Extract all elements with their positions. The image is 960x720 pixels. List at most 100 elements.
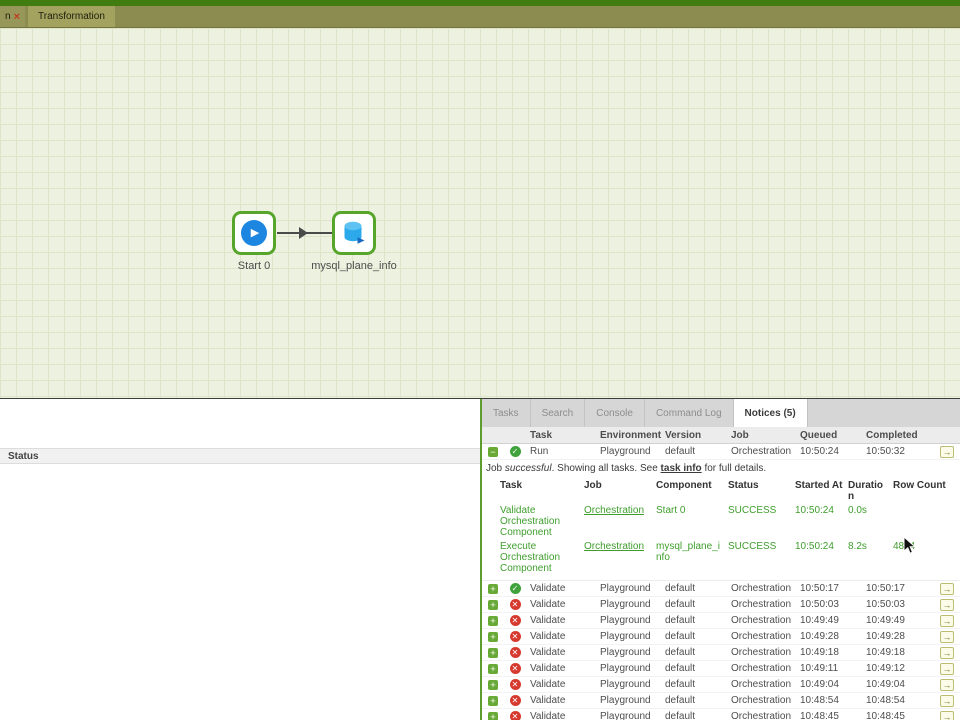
- task-cell: Validate: [526, 695, 596, 706]
- arrow-cell: →: [934, 711, 960, 720]
- task-row[interactable]: −✓RunPlaygrounddefaultOrchestration10:50…: [482, 444, 960, 460]
- error-icon: ✕: [510, 695, 521, 706]
- expand-icon[interactable]: +: [488, 584, 498, 594]
- task-row[interactable]: +✕ValidatePlaygrounddefaultOrchestration…: [482, 629, 960, 645]
- subtask-row: Execute Orchestration ComponentOrchestra…: [482, 540, 960, 576]
- environment-cell: Playground: [596, 647, 661, 658]
- jump-arrow-icon[interactable]: →: [940, 599, 954, 611]
- task-row[interactable]: +✕ValidatePlaygrounddefaultOrchestration…: [482, 597, 960, 613]
- column-header-completed: Completed: [862, 430, 934, 441]
- success-icon: ✓: [510, 583, 521, 594]
- node-start-0[interactable]: ▶ Start 0: [232, 211, 276, 255]
- close-tab-icon[interactable]: ×: [14, 11, 20, 23]
- job-cell: Orchestration: [727, 446, 796, 457]
- subtask-row-count: 4884: [893, 541, 953, 552]
- editor-tabbar: n × Transformation: [0, 6, 960, 28]
- expand-icon[interactable]: +: [488, 712, 498, 720]
- subtask-job-link[interactable]: Orchestration: [584, 505, 656, 516]
- task-cell: Validate: [526, 615, 596, 626]
- expand-cell: −: [482, 447, 504, 457]
- task-cell: Validate: [526, 679, 596, 690]
- task-row[interactable]: +✕ValidatePlaygrounddefaultOrchestration…: [482, 645, 960, 661]
- expand-icon[interactable]: +: [488, 664, 498, 674]
- subcolumn-header-component: Component: [656, 480, 728, 491]
- task-panel-tab-tasks[interactable]: Tasks: [482, 399, 531, 427]
- task-row[interactable]: +✕ValidatePlaygrounddefaultOrchestration…: [482, 677, 960, 693]
- status-cell: ✓: [504, 583, 526, 594]
- task-row[interactable]: +✕ValidatePlaygrounddefaultOrchestration…: [482, 693, 960, 709]
- completed-cell: 10:49:04: [862, 679, 934, 690]
- message-prefix: Job: [486, 463, 505, 474]
- status-cell: ✕: [504, 599, 526, 610]
- jump-arrow-icon[interactable]: →: [940, 679, 954, 691]
- task-detail-panel: Job successful. Showing all tasks. See t…: [482, 460, 960, 581]
- status-cell: ✓: [504, 446, 526, 457]
- editor-tab-transformation[interactable]: Transformation: [28, 6, 115, 27]
- jump-arrow-icon[interactable]: →: [940, 615, 954, 627]
- expand-icon[interactable]: +: [488, 600, 498, 610]
- column-header-environment: Environment: [596, 430, 661, 441]
- queued-cell: 10:50:24: [796, 446, 862, 457]
- task-panel-tab-console[interactable]: Console: [585, 399, 645, 427]
- version-cell: default: [661, 631, 727, 642]
- node-mysql-plane-info[interactable]: mysql_plane_info: [332, 211, 376, 255]
- expand-icon[interactable]: +: [488, 696, 498, 706]
- subtask-job-link[interactable]: Orchestration: [584, 541, 656, 552]
- expand-icon[interactable]: +: [488, 632, 498, 642]
- task-panel-tab-notices-5-[interactable]: Notices (5): [734, 399, 808, 427]
- jump-arrow-icon[interactable]: →: [940, 663, 954, 675]
- arrow-cell: →: [934, 446, 960, 458]
- error-icon: ✕: [510, 647, 521, 658]
- status-column-header: Status: [8, 451, 39, 462]
- jump-arrow-icon[interactable]: →: [940, 631, 954, 643]
- completed-cell: 10:48:54: [862, 695, 934, 706]
- message-emphasis: successful: [505, 463, 552, 474]
- status-panel-header: Status: [0, 448, 480, 464]
- success-icon: ✓: [510, 446, 521, 457]
- arrow-cell: →: [934, 647, 960, 659]
- job-cell: Orchestration: [727, 695, 796, 706]
- jump-arrow-icon[interactable]: →: [940, 583, 954, 595]
- completed-cell: 10:50:17: [862, 583, 934, 594]
- editor-tab-partial[interactable]: n ×: [0, 6, 25, 27]
- task-row[interactable]: +✕ValidatePlaygrounddefaultOrchestration…: [482, 709, 960, 720]
- expand-cell: +: [482, 696, 504, 706]
- jump-arrow-icon[interactable]: →: [940, 695, 954, 707]
- jump-arrow-icon[interactable]: →: [940, 711, 954, 720]
- collapse-icon[interactable]: −: [488, 447, 498, 457]
- jump-arrow-icon[interactable]: →: [940, 446, 954, 458]
- arrow-cell: →: [934, 615, 960, 627]
- task-panel-tab-search[interactable]: Search: [531, 399, 586, 427]
- completed-cell: 10:50:32: [862, 446, 934, 457]
- job-cell: Orchestration: [727, 663, 796, 674]
- expand-cell: +: [482, 648, 504, 658]
- version-cell: default: [661, 663, 727, 674]
- task-cell: Validate: [526, 647, 596, 658]
- expand-icon[interactable]: +: [488, 680, 498, 690]
- queued-cell: 10:50:03: [796, 599, 862, 610]
- version-cell: default: [661, 679, 727, 690]
- error-icon: ✕: [510, 679, 521, 690]
- expand-cell: +: [482, 680, 504, 690]
- environment-cell: Playground: [596, 695, 661, 706]
- queued-cell: 10:48:54: [796, 695, 862, 706]
- environment-cell: Playground: [596, 583, 661, 594]
- task-panel-tab-command-log[interactable]: Command Log: [645, 399, 734, 427]
- task-row[interactable]: +✕ValidatePlaygrounddefaultOrchestration…: [482, 661, 960, 677]
- status-cell: ✕: [504, 679, 526, 690]
- expand-icon[interactable]: +: [488, 648, 498, 658]
- task-row[interactable]: +✓ValidatePlaygrounddefaultOrchestration…: [482, 581, 960, 597]
- task-table-body: −✓RunPlaygrounddefaultOrchestration10:50…: [482, 444, 960, 720]
- jump-arrow-icon[interactable]: →: [940, 647, 954, 659]
- tasks-panel: TasksSearchConsoleCommand LogNotices (5)…: [482, 399, 960, 720]
- completed-cell: 10:49:28: [862, 631, 934, 642]
- transformation-canvas[interactable]: ▶ Start 0 mysql_plane_info: [0, 28, 960, 399]
- queued-cell: 10:49:28: [796, 631, 862, 642]
- expand-icon[interactable]: +: [488, 616, 498, 626]
- task-info-link[interactable]: task info: [661, 463, 702, 474]
- task-panel-tabs: TasksSearchConsoleCommand LogNotices (5): [482, 399, 960, 427]
- subtask-component: Start 0: [656, 505, 728, 516]
- task-row[interactable]: +✕ValidatePlaygrounddefaultOrchestration…: [482, 613, 960, 629]
- message-suffix: for full details.: [702, 463, 766, 474]
- arrow-cell: →: [934, 695, 960, 707]
